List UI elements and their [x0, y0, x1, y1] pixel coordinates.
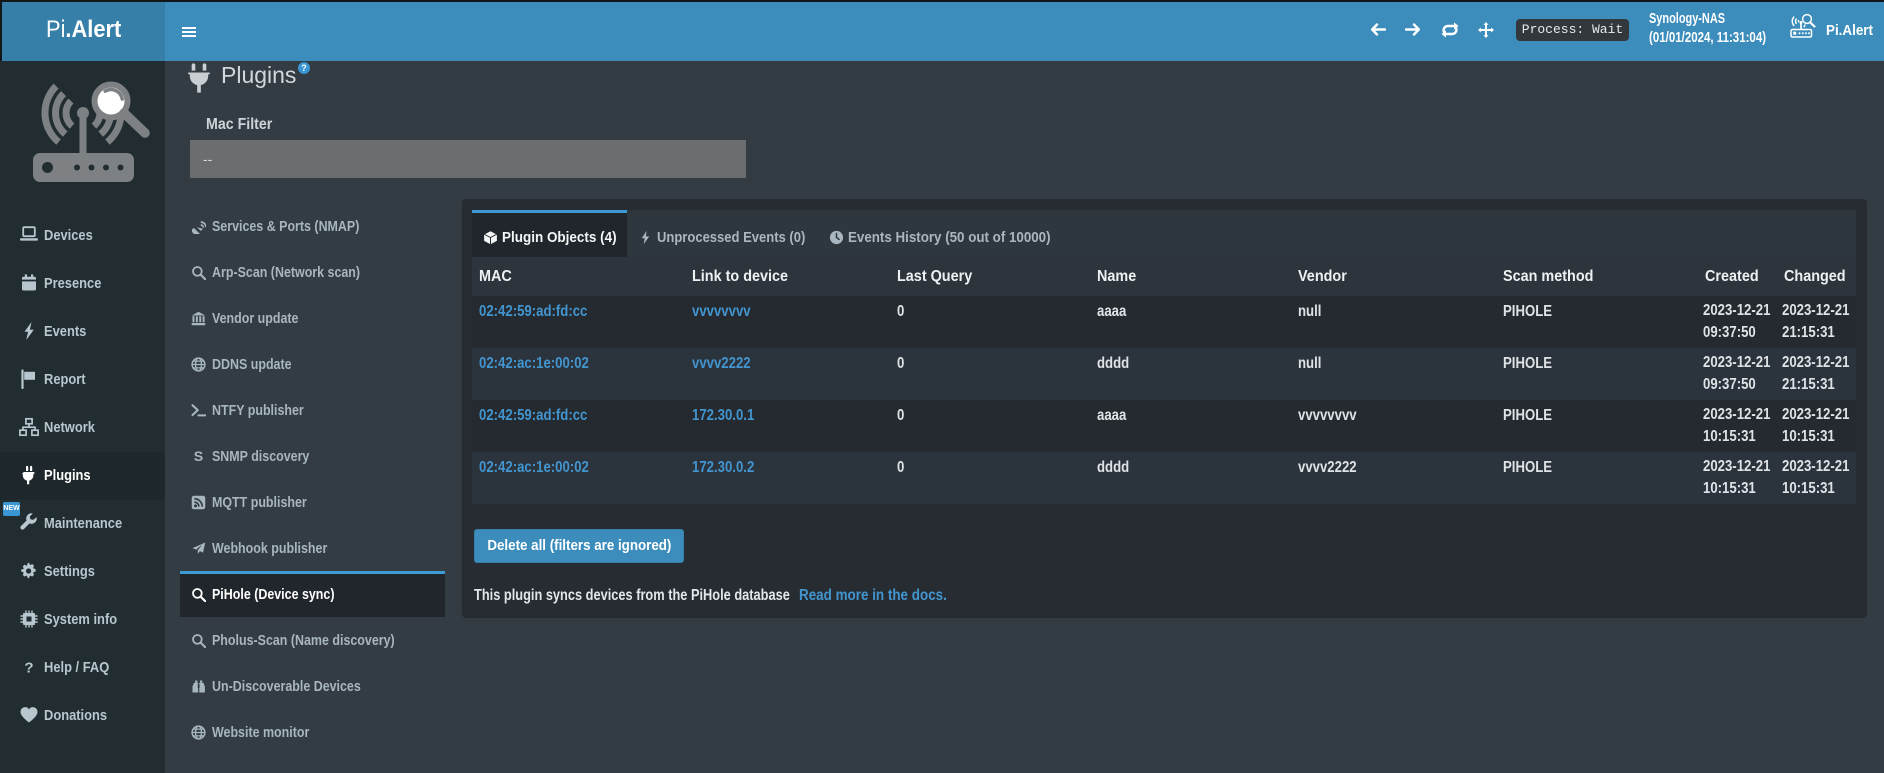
- svg-text:?: ?: [24, 660, 33, 677]
- svg-text:S: S: [194, 449, 204, 464]
